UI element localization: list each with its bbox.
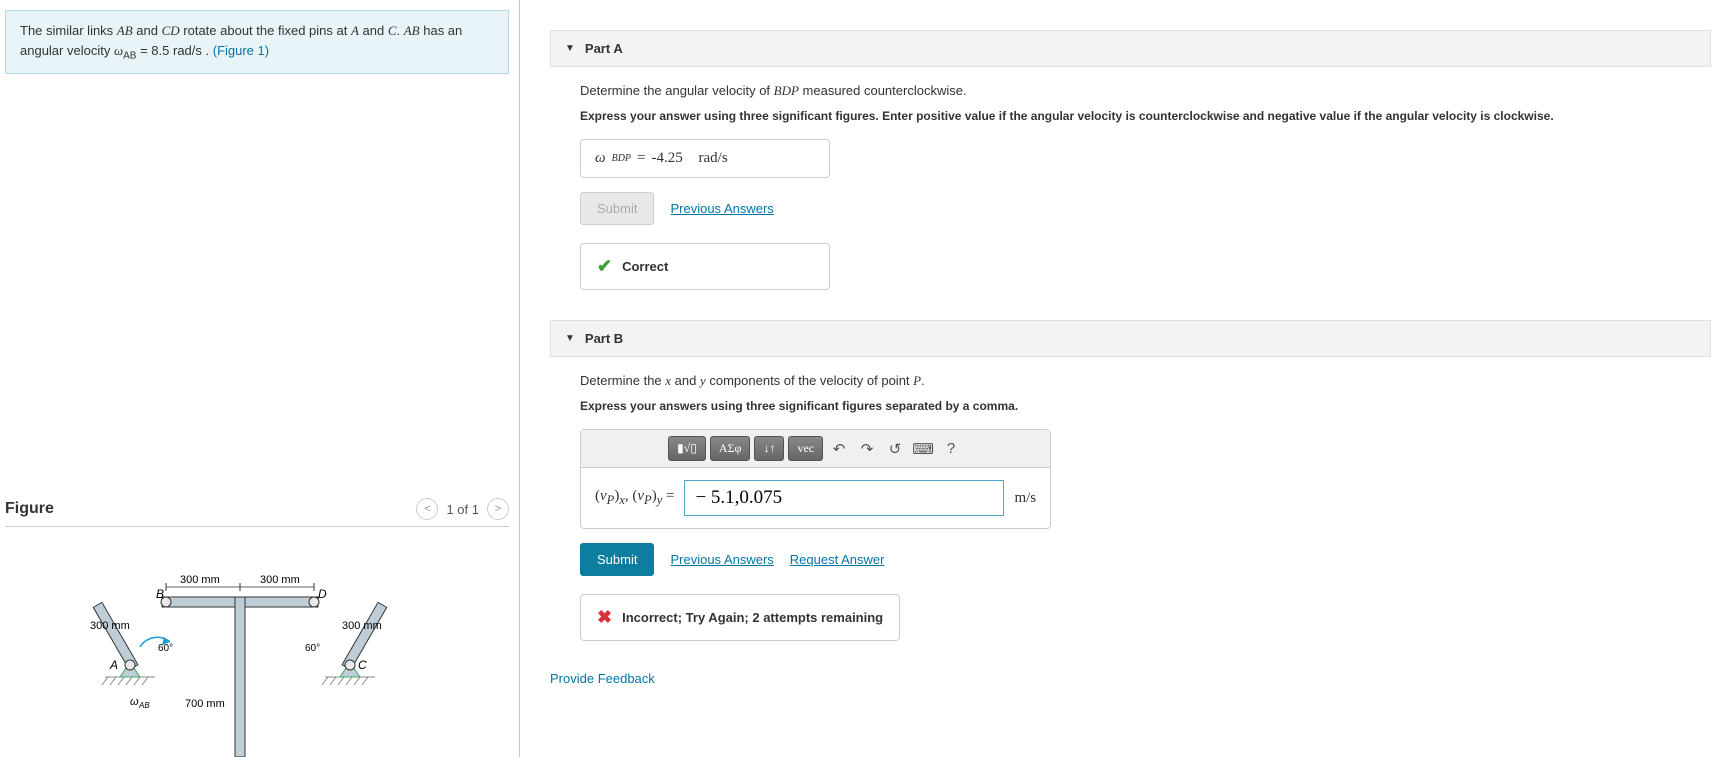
provide-feedback-link[interactable]: Provide Feedback [550, 671, 1711, 686]
part-a-header[interactable]: ▼ Part A [550, 30, 1711, 67]
svg-text:B: B [156, 587, 164, 601]
figure-diagram: A B C D 300 mm 300 mm 300 mm 300 mm 700 … [80, 547, 420, 757]
tool-vec-button[interactable]: vec [788, 436, 823, 461]
undo-icon[interactable]: ↶ [827, 437, 851, 461]
part-b-request-answer-link[interactable]: Request Answer [790, 552, 885, 567]
part-a-prompt: Determine the angular velocity of BDP me… [580, 83, 1711, 99]
keyboard-icon[interactable]: ⌨ [911, 437, 935, 461]
part-a-title: Part A [585, 41, 623, 56]
figure-title: Figure [5, 500, 54, 518]
part-b-previous-answers-link[interactable]: Previous Answers [670, 552, 773, 567]
svg-text:AB: AB [138, 701, 150, 710]
svg-text:300 mm: 300 mm [260, 574, 300, 586]
svg-text:ω: ω [130, 696, 139, 708]
tool-greek-button[interactable]: ΑΣφ [710, 436, 751, 461]
part-b-instruction: Express your answers using three signifi… [580, 399, 1711, 413]
svg-text:A: A [109, 658, 118, 672]
part-a-submit-button: Submit [580, 192, 654, 225]
part-b-prompt: Determine the x and y components of the … [580, 373, 1711, 389]
svg-text:60°: 60° [158, 643, 173, 654]
reset-icon[interactable]: ↺ [883, 437, 907, 461]
part-b-title: Part B [585, 331, 623, 346]
part-b-unit: m/s [1014, 490, 1036, 507]
caret-down-icon: ▼ [565, 43, 575, 54]
part-b-submit-button[interactable]: Submit [580, 543, 654, 576]
part-a-previous-answers-link[interactable]: Previous Answers [670, 201, 773, 216]
svg-text:C: C [358, 658, 367, 672]
svg-text:300 mm: 300 mm [180, 574, 220, 586]
svg-text:D: D [318, 587, 327, 601]
caret-down-icon: ▼ [565, 333, 575, 344]
figure-link[interactable]: (Figure 1) [213, 43, 269, 58]
cross-icon: ✖ [597, 607, 612, 628]
help-icon[interactable]: ? [939, 437, 963, 461]
tool-template-button[interactable]: ▮√▯ [668, 436, 706, 461]
redo-icon[interactable]: ↷ [855, 437, 879, 461]
part-a-answer-display: ωBDP = -4.25 rad/s [580, 139, 830, 178]
tool-subsup-button[interactable]: ↓↑ [754, 436, 784, 461]
part-b-feedback: ✖ Incorrect; Try Again; 2 attempts remai… [580, 594, 900, 641]
svg-text:300 mm: 300 mm [342, 620, 382, 632]
svg-text:700 mm: 700 mm [185, 698, 225, 710]
part-b-answer-input[interactable] [684, 480, 1004, 516]
part-a-feedback: ✔ Correct [580, 243, 830, 290]
part-b-header[interactable]: ▼ Part B [550, 320, 1711, 357]
check-icon: ✔ [597, 256, 612, 277]
figure-prev-button[interactable]: < [416, 498, 438, 520]
figure-next-button[interactable]: > [487, 498, 509, 520]
part-b-input-panel: ▮√▯ ΑΣφ ↓↑ vec ↶ ↷ ↺ ⌨ ? (vP)x, (vP)y = … [580, 429, 1051, 529]
figure-counter: 1 of 1 [446, 502, 479, 517]
svg-text:60°: 60° [305, 643, 320, 654]
part-b-input-label: (vP)x, (vP)y = [595, 488, 674, 508]
problem-statement: The similar links AB and CD rotate about… [5, 10, 509, 74]
part-a-instruction: Express your answer using three signific… [580, 109, 1711, 123]
svg-text:300 mm: 300 mm [90, 620, 130, 632]
